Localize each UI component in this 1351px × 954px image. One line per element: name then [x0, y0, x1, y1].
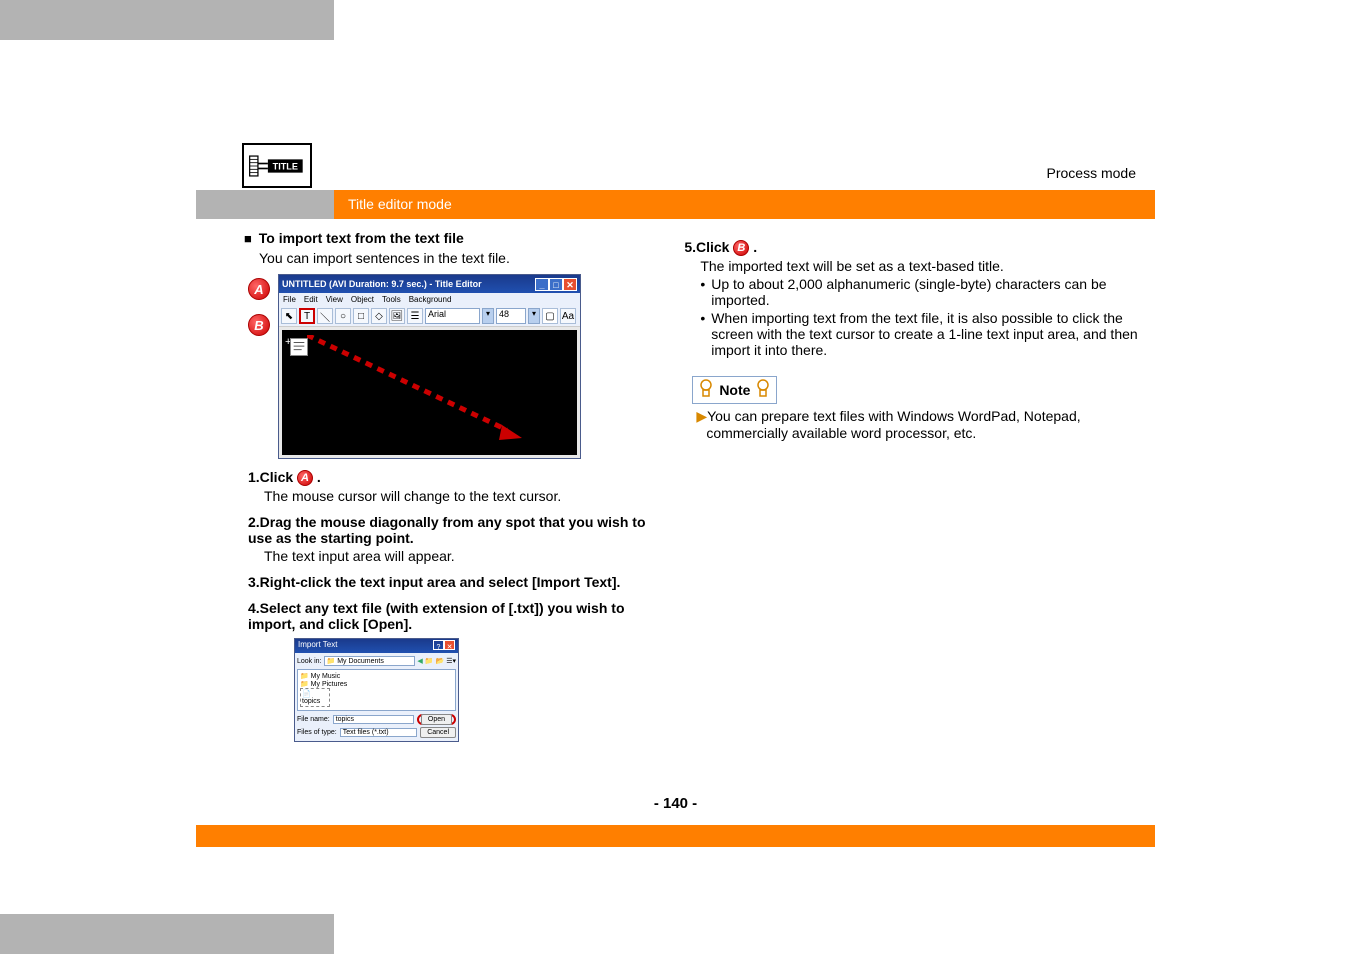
gray-block-top — [0, 0, 334, 40]
label-b-icon: B — [248, 314, 270, 336]
process-mode-label: Process mode — [1047, 165, 1136, 181]
line-tool-icon[interactable]: ＼ — [317, 308, 333, 324]
menu-object[interactable]: Object — [351, 295, 374, 304]
font-size-select[interactable]: 48 — [496, 308, 526, 324]
step-1: 1.Click A . The mouse cursor will change… — [196, 469, 656, 504]
editor-menu: File Edit View Object Tools Background — [279, 293, 580, 306]
footer-orange-bar — [196, 825, 1155, 847]
shape-tool-icon[interactable]: ◇ — [371, 308, 387, 324]
square-bullet-icon: ■ — [244, 231, 252, 246]
header-bar: Title editor mode — [196, 190, 1155, 219]
note-body: You can prepare text files with Windows … — [706, 408, 1080, 441]
menu-tools[interactable]: Tools — [382, 295, 401, 304]
bullet1: Up to about 2,000 alphanumeric (single-b… — [711, 276, 1144, 308]
step-3: 3.Right-click the text input area and se… — [196, 574, 656, 590]
step2-body: The text input area will appear. — [248, 548, 656, 564]
step5-label: 5.Click — [684, 239, 729, 255]
style-tool-icon[interactable]: Aa — [560, 308, 576, 324]
text-tool-icon[interactable]: T — [299, 308, 315, 324]
note-icon-left — [697, 379, 715, 401]
intro-text: You can import sentences in the text fil… — [196, 250, 656, 266]
maximize-icon[interactable]: □ — [549, 278, 563, 291]
file-list[interactable]: 📁 My Music 📁 My Pictures 📄 topics — [297, 669, 456, 711]
note-icon-right — [754, 379, 772, 401]
back-icon[interactable]: ◀ — [417, 657, 422, 665]
text-object-icon — [290, 338, 308, 356]
step1-body: The mouse cursor will change to the text… — [248, 488, 656, 504]
dropdown-icon[interactable]: ▾ — [482, 308, 494, 324]
circle-tool-icon[interactable]: ○ — [335, 308, 351, 324]
editor-toolbar: ⬉ T ＼ ○ □ ◇ 🖼 ☰ Arial ▾ 48 ▾ ▢ Aa — [279, 306, 580, 327]
cancel-button[interactable]: Cancel — [420, 727, 456, 738]
title-clip-icon: TITLE — [242, 143, 312, 188]
help-icon[interactable]: ? — [433, 640, 444, 650]
arrow-icon: ▶ — [696, 408, 707, 424]
step4-label: 4.Select any text file (with extension o… — [248, 600, 656, 632]
punct: . — [753, 239, 757, 255]
step-2: 2.Drag the mouse diagonally from any spo… — [196, 514, 656, 564]
close-icon[interactable]: ✕ — [563, 278, 577, 291]
file-dialog-title: Import Text — [298, 640, 337, 652]
badge-a-inline-icon: A — [297, 470, 313, 486]
bullet-icon: • — [700, 276, 705, 308]
editor-titlebar: UNTITLED (AVI Duration: 9.7 sec.) - Titl… — [279, 275, 580, 293]
menu-background[interactable]: Background — [409, 295, 452, 304]
up-icon[interactable]: 📁 — [425, 657, 434, 665]
image-tool-icon[interactable]: 🖼 — [389, 308, 405, 324]
lookin-label: Look in: — [297, 658, 322, 665]
step3-label: 3.Right-click the text input area and se… — [248, 574, 656, 590]
editor-title: UNTITLED (AVI Duration: 9.7 sec.) - Titl… — [282, 279, 482, 289]
folder-my-music[interactable]: 📁 My Music — [300, 672, 453, 680]
menu-file[interactable]: File — [283, 295, 296, 304]
svg-text:TITLE: TITLE — [273, 161, 298, 171]
label-a-icon: A — [248, 278, 270, 300]
note-label: Note — [715, 382, 754, 398]
note-box: Note — [692, 376, 777, 404]
menu-view[interactable]: View — [326, 295, 343, 304]
folder-my-pictures[interactable]: 📁 My Pictures — [300, 680, 453, 688]
heading-text: To import text from the text file — [259, 230, 464, 246]
file-dialog: Import Text ? ✕ Look in: 📁 My Documents … — [294, 638, 459, 742]
minimize-icon[interactable]: _ — [535, 278, 549, 291]
filetype-select[interactable]: Text files (*.txt) — [340, 728, 418, 737]
section-mode-title: Title editor mode — [334, 190, 466, 219]
align-tool-icon[interactable]: ☰ — [407, 308, 423, 324]
open-button[interactable]: Open — [421, 714, 452, 725]
punct: . — [317, 469, 321, 485]
section-heading: ■ To import text from the text file — [196, 230, 656, 246]
pointer-tool-icon[interactable]: ⬉ — [281, 308, 297, 324]
lookin-value[interactable]: 📁 My Documents — [324, 656, 416, 666]
filename-label: File name: — [297, 716, 330, 723]
editor-canvas[interactable]: + — [282, 330, 577, 455]
selected-file[interactable]: 📄 topics — [300, 688, 330, 707]
step2-label: 2.Drag the mouse diagonally from any spo… — [248, 514, 656, 546]
viewmenu-icon[interactable]: ☰▾ — [446, 657, 456, 665]
title-editor-window: UNTITLED (AVI Duration: 9.7 sec.) - Titl… — [278, 274, 581, 459]
filename-input[interactable]: topics — [333, 715, 414, 724]
step1-label: 1.Click — [248, 469, 293, 485]
badge-b-inline-icon: B — [733, 240, 749, 256]
gray-block-bottom — [0, 914, 334, 954]
newfolder-icon[interactable]: 📂 — [435, 657, 444, 665]
bullet-icon: • — [700, 310, 705, 358]
step-4: 4.Select any text file (with extension o… — [196, 600, 656, 632]
menu-edit[interactable]: Edit — [304, 295, 318, 304]
step5-body: The imported text will be set as a text-… — [684, 258, 1144, 274]
filetype-label: Files of type: — [297, 729, 337, 736]
close-icon[interactable]: ✕ — [444, 640, 455, 650]
font-select[interactable]: Arial — [425, 308, 480, 324]
page-number: - 140 - — [0, 795, 1351, 812]
file-dialog-titlebar: Import Text ? ✕ — [295, 639, 458, 653]
note-text: ▶You can prepare text files with Windows… — [692, 408, 1144, 441]
bullet2: When importing text from the text file, … — [711, 310, 1144, 358]
gray-block-mid — [196, 190, 334, 219]
dropdown-icon[interactable]: ▾ — [528, 308, 540, 324]
color-tool-icon[interactable]: ▢ — [542, 308, 558, 324]
step-5: 5.Click B . The imported text will be se… — [684, 239, 1144, 358]
rect-tool-icon[interactable]: □ — [353, 308, 369, 324]
drag-arrow-icon — [307, 335, 567, 445]
